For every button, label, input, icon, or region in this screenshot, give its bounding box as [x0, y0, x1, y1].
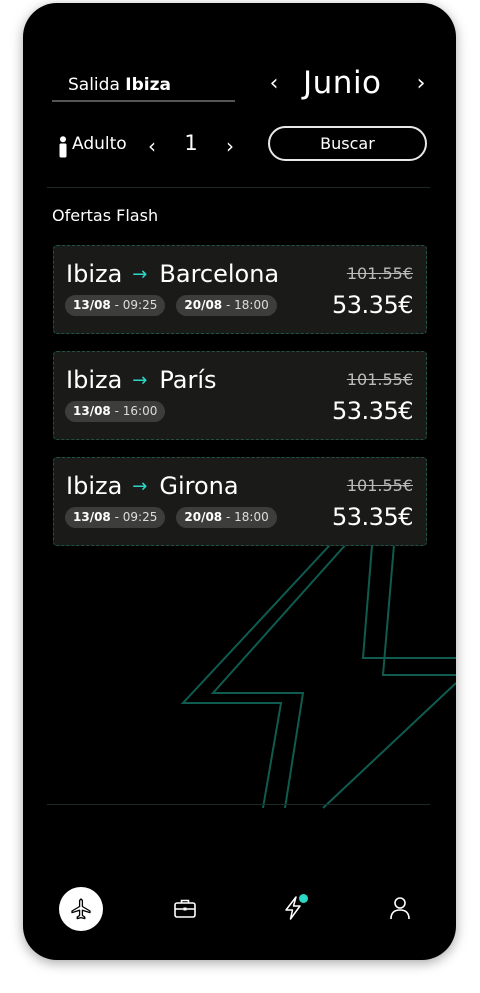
offer-destination: París — [159, 366, 217, 394]
month-prev-button[interactable]: ‹ — [263, 69, 285, 99]
date-chip: 13/08 - 09:25 — [65, 507, 166, 528]
nav-profile[interactable] — [380, 888, 420, 928]
month-label: Junio — [303, 65, 382, 101]
date-chip: 20/08 - 18:00 — [176, 507, 277, 528]
passenger-increase-button[interactable]: › — [219, 132, 241, 160]
section-title: Ofertas Flash — [52, 206, 159, 225]
notification-badge — [299, 894, 308, 903]
arrow-right-icon: → — [132, 263, 148, 285]
offer-card[interactable]: Ibiza → París 101.55€ 53.35€ 13/08 - 16:… — [53, 351, 427, 440]
offer-old-price: 101.55€ — [346, 476, 413, 495]
offer-card[interactable]: Ibiza → Girona 101.55€ 53.35€ 13/08 - 09… — [53, 457, 427, 546]
offer-destination: Girona — [159, 472, 239, 500]
offer-old-price: 101.55€ — [346, 370, 413, 389]
footer-divider — [47, 804, 430, 805]
offer-route: Ibiza → Girona — [66, 472, 239, 500]
offer-origin: Ibiza — [66, 366, 123, 394]
passenger-decrease-button[interactable]: ‹ — [141, 132, 163, 160]
month-next-button[interactable]: › — [410, 69, 432, 99]
offer-dates: 13/08 - 09:25 20/08 - 18:00 — [65, 507, 277, 528]
offer-origin: Ibiza — [66, 260, 123, 288]
date-chip: 13/08 - 09:25 — [65, 295, 166, 316]
plane-icon — [71, 898, 91, 920]
arrow-right-icon: → — [132, 369, 148, 391]
origin-label: Salida — [68, 75, 120, 95]
search-button[interactable]: Buscar — [268, 126, 427, 161]
header-divider — [47, 187, 430, 188]
passenger-type-label: Adulto — [72, 134, 127, 154]
offer-price: 53.35€ — [332, 397, 413, 425]
user-icon — [390, 897, 410, 920]
origin-city: Ibiza — [125, 75, 171, 95]
phone-screen: Salida Ibiza ‹ Junio › Adulto ‹ 1 › Busc… — [23, 3, 456, 960]
nav-flights[interactable] — [59, 887, 103, 931]
offer-price: 53.35€ — [332, 503, 413, 531]
nav-trips[interactable] — [165, 888, 205, 928]
offer-card[interactable]: Ibiza → Barcelona 101.55€ 53.35€ 13/08 -… — [53, 245, 427, 334]
date-chip: 13/08 - 16:00 — [65, 401, 166, 422]
person-icon — [59, 136, 67, 158]
offer-route: Ibiza → París — [66, 366, 217, 394]
offer-dates: 13/08 - 09:25 20/08 - 18:00 — [65, 295, 277, 316]
offer-destination: Barcelona — [159, 260, 280, 288]
date-chip: 20/08 - 18:00 — [176, 295, 277, 316]
offer-origin: Ibiza — [66, 472, 123, 500]
passenger-count: 1 — [184, 131, 198, 155]
nav-flash-offers[interactable] — [273, 888, 313, 928]
offer-price: 53.35€ — [332, 291, 413, 319]
briefcase-icon — [174, 899, 196, 918]
origin-text: Salida Ibiza — [68, 75, 171, 95]
offer-old-price: 101.55€ — [346, 264, 413, 283]
offer-route: Ibiza → Barcelona — [66, 260, 279, 288]
arrow-right-icon: → — [132, 475, 148, 497]
origin-field[interactable]: Salida Ibiza — [52, 69, 235, 102]
offer-dates: 13/08 - 16:00 — [65, 401, 166, 422]
